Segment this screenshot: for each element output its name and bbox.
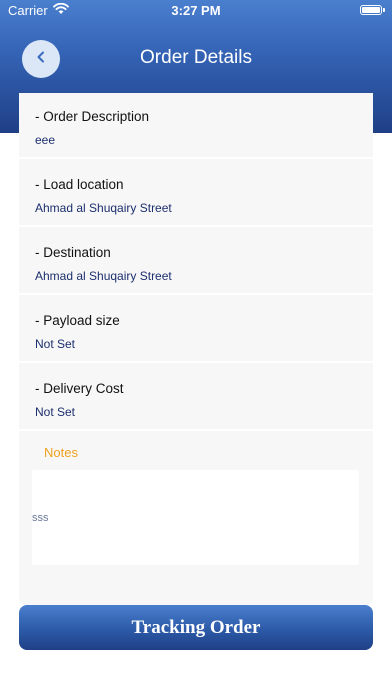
section-value: Not Set (35, 337, 76, 351)
notes-field[interactable]: sss (32, 470, 359, 565)
order-details-card: - Order Description eee - Load location … (19, 93, 373, 605)
section-value: Ahmad al Shuqairy Street (35, 269, 172, 283)
section-value: Ahmad al Shuqairy Street (35, 201, 172, 215)
status-bar: Carrier 3:27 PM (0, 0, 392, 22)
section-label: - Load location (35, 177, 124, 192)
page-title: Order Details (140, 47, 252, 68)
section-payload-size: - Payload size Not Set (19, 297, 373, 363)
notes-label: Notes (44, 445, 78, 460)
section-label: - Order Description (35, 109, 150, 124)
section-label: - Payload size (35, 313, 120, 328)
section-value: eee (35, 133, 56, 147)
section-delivery-cost: - Delivery Cost Not Set (19, 365, 373, 431)
tracking-order-button[interactable]: Tracking Order (19, 605, 373, 650)
status-time: 3:27 PM (171, 3, 221, 18)
section-label: - Delivery Cost (35, 381, 124, 396)
battery-icon (360, 5, 385, 15)
section-destination: - Destination Ahmad al Shuqairy Street (19, 229, 373, 295)
section-load-location: - Load location Ahmad al Shuqairy Street (19, 161, 373, 227)
section-label: - Destination (35, 245, 111, 260)
section-value: Not Set (35, 405, 76, 419)
section-order-description: - Order Description eee (19, 93, 373, 159)
notes-value: sss (32, 512, 49, 524)
order-details-screen: Carrier 3:27 PM Order Details - Order De… (0, 0, 392, 696)
